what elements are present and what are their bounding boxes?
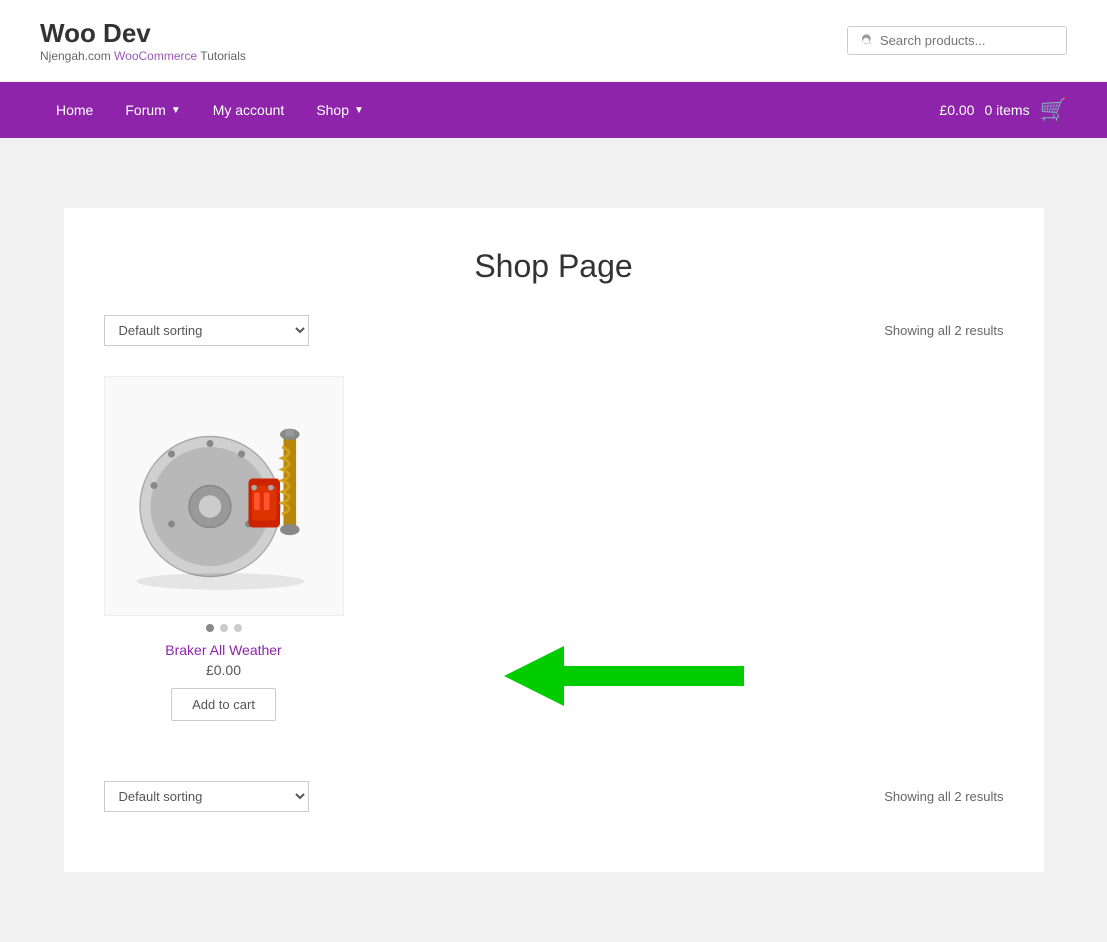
nav-link-forum[interactable]: Forum ▼ xyxy=(109,84,196,136)
products-area: Braker All Weather £0.00 Add to cart xyxy=(104,376,1004,721)
add-to-cart-button[interactable]: Add to cart xyxy=(171,688,276,721)
page-wrapper: Woo Dev Njengah.com WooCommerce Tutorial… xyxy=(0,0,1107,942)
nav-links: Home Forum ▼ My account Shop ▼ xyxy=(40,84,380,136)
shop-toolbar-bottom: Default sorting Sort by popularity Sort … xyxy=(104,781,1004,812)
product-title: Braker All Weather xyxy=(104,642,344,658)
nav-link-home[interactable]: Home xyxy=(40,84,109,136)
cart-summary[interactable]: £0.00 0 items 🛒 xyxy=(939,97,1067,123)
shopping-cart-icon[interactable]: 🛒 xyxy=(1040,97,1067,123)
cart-amount: £0.00 xyxy=(939,102,974,118)
dot-2[interactable] xyxy=(220,624,228,632)
site-nav: Home Forum ▼ My account Shop ▼ £0.00 0 i… xyxy=(0,82,1107,138)
nav-item-shop[interactable]: Shop ▼ xyxy=(300,84,380,136)
nav-item-home[interactable]: Home xyxy=(40,84,109,136)
chevron-down-icon: ▼ xyxy=(354,105,364,116)
nav-item-myaccount[interactable]: My account xyxy=(197,84,301,136)
site-branding: Woo Dev Njengah.com WooCommerce Tutorial… xyxy=(40,18,246,63)
product-image-svg xyxy=(119,391,329,601)
search-input[interactable] xyxy=(880,33,1054,48)
shop-page-title: Shop Page xyxy=(104,248,1004,285)
sort-select-top[interactable]: Default sorting Sort by popularity Sort … xyxy=(104,315,309,346)
site-title: Woo Dev xyxy=(40,18,246,49)
dot-3[interactable] xyxy=(234,624,242,632)
carousel-dots xyxy=(104,624,344,632)
results-count-bottom: Showing all 2 results xyxy=(884,789,1003,804)
nav-item-forum[interactable]: Forum ▼ xyxy=(109,84,196,136)
product-image xyxy=(104,376,344,616)
nav-link-shop[interactable]: Shop ▼ xyxy=(300,84,380,136)
search-icon xyxy=(860,34,874,48)
main-content: Shop Page Default sorting Sort by popula… xyxy=(64,208,1044,872)
results-count-top: Showing all 2 results xyxy=(884,323,1003,338)
sort-select-bottom[interactable]: Default sorting Sort by popularity Sort … xyxy=(104,781,309,812)
site-header: Woo Dev Njengah.com WooCommerce Tutorial… xyxy=(0,0,1107,82)
site-tagline: Njengah.com WooCommerce Tutorials xyxy=(40,49,246,63)
cart-items-label: 0 items xyxy=(984,102,1029,118)
shop-toolbar-top: Default sorting Sort by popularity Sort … xyxy=(104,315,1004,346)
chevron-down-icon: ▼ xyxy=(171,105,181,116)
nav-link-myaccount[interactable]: My account xyxy=(197,84,301,136)
search-box[interactable] xyxy=(847,26,1067,55)
products-grid: Braker All Weather £0.00 Add to cart xyxy=(104,376,1004,721)
dot-1[interactable] xyxy=(206,624,214,632)
product-price: £0.00 xyxy=(104,662,344,678)
product-card: Braker All Weather £0.00 Add to cart xyxy=(104,376,344,721)
